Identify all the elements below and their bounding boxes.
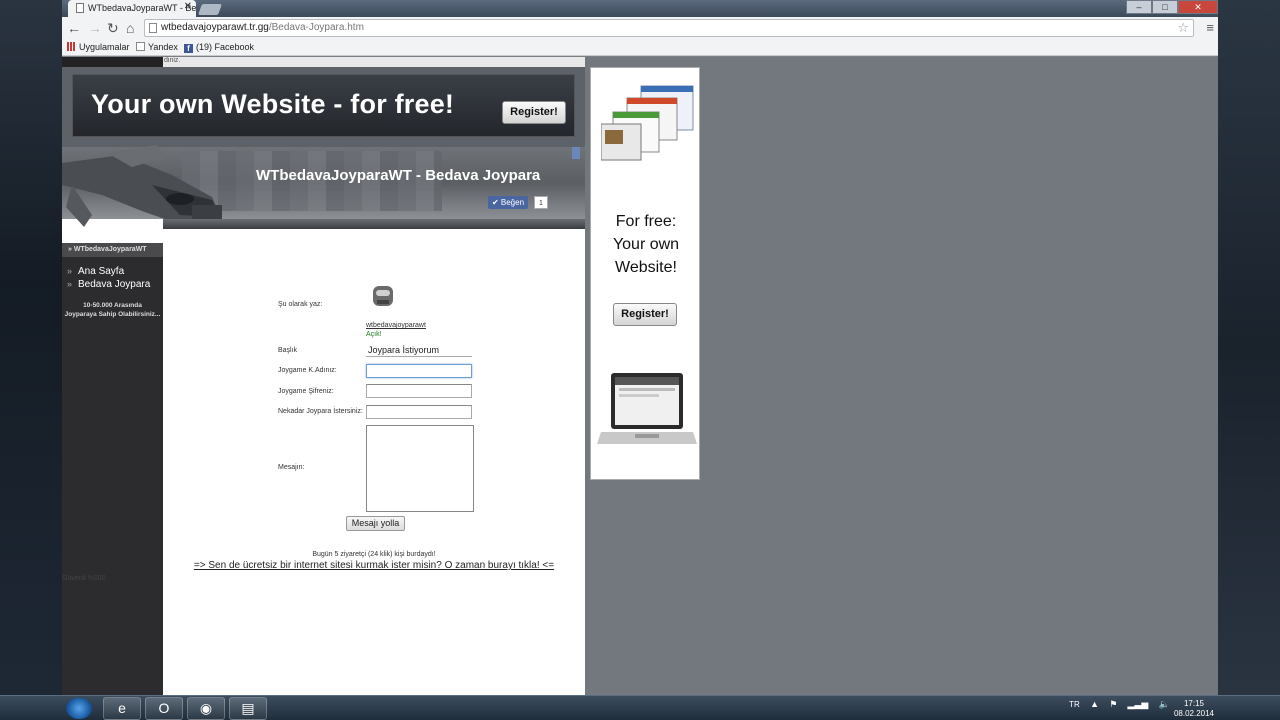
bookmark-label: Uygulamalar [79,42,130,52]
bookmarks-bar: Uygulamalar Yandex f (19) Facebook [62,39,1218,56]
like-button[interactable]: ✔ Beğen [488,196,528,209]
bookmark-label: (19) Facebook [196,42,255,52]
secure-text: Güvenli %100 [62,575,106,582]
scroll-marker [572,147,580,159]
clock-date: 08.02.2014 [1173,709,1214,718]
sidebar: » WTbedavaJoyparaWT Ana Sayfa Bedava Joy… [62,243,163,695]
ad-banner[interactable]: Your own Website - for free! Register! [72,74,575,137]
side-advertisement[interactable]: For free: Your own Website! Register! [590,67,700,480]
amount-label: Nekadar Joypara İstersiniz: [278,408,363,415]
menu-icon[interactable]: ≡ [1206,20,1214,35]
address-bar[interactable]: wtbedavajoyparawt.tr.gg/Bedava-Joypara.h… [144,19,1194,37]
username-link[interactable]: wtbedavajoyparawt [366,322,426,329]
outlook-icon[interactable]: O [145,697,183,720]
bookmark-facebook[interactable]: f (19) Facebook [184,42,254,53]
top-strip-text: diniz. [164,57,181,64]
maximize-button[interactable]: □ [1152,0,1178,14]
reload-icon[interactable]: ↻ [107,20,119,36]
ad-text: For free: Your own Website! [591,210,701,279]
url-host: wtbedavajoyparawt.tr.gg [161,22,269,33]
bookmark-yandex[interactable]: Yandex [136,42,178,52]
chrome-icon[interactable]: ◉ [187,697,225,720]
minimize-button[interactable]: – [1126,0,1152,14]
message-textarea[interactable] [366,425,474,512]
ad-line: Website! [615,259,677,276]
volume-icon[interactable]: 🔈 [1159,699,1170,710]
banner-area: Your own Website - for free! Register! [62,67,585,157]
browser-window: WTbedavaJoyparaWT - Be ✕ – □ ✕ ← → ↻ ⌂ w… [62,0,1218,695]
page-icon [136,42,145,51]
desktop-left-edge [0,0,62,695]
promo-link[interactable]: => Sen de ücretsiz bir internet sitesi k… [163,560,585,571]
home-icon[interactable]: ⌂ [126,20,134,36]
sidebar-item-home[interactable]: Ana Sayfa [62,265,163,278]
send-message-button[interactable]: Mesajı yolla [346,516,405,531]
joygame-password-field[interactable] [366,384,472,398]
facebook-icon: f [184,44,193,53]
sidebar-note-line: Joyparaya Sahip Olabilirsiniz... [64,311,161,318]
header-bottom-band [163,219,585,229]
internet-explorer-icon[interactable]: e [103,697,141,720]
tab-strip: WTbedavaJoyparaWT - Be ✕ – □ ✕ [62,0,1218,17]
browser-tab[interactable]: WTbedavaJoyparaWT - Be ✕ [68,0,196,17]
clock[interactable]: 17:15 08.02.2014 [1174,699,1214,719]
top-strip-dark [62,57,163,67]
message-label: Mesajın: [278,464,305,471]
sidebar-nav: Ana Sayfa Bedava Joypara [62,257,163,291]
windows-taskbar: e O ◉ ▤ TR ▲ ⚑ ▂▃▅ 🔈 17:15 08.02.2014 [0,695,1280,720]
sidebar-note-line: 10-50.000 Arasında [83,302,142,309]
avatar [373,286,393,306]
bookmark-label: Yandex [148,42,178,52]
window-controls: – □ ✕ [1126,0,1218,14]
bookmark-apps[interactable]: Uygulamalar [67,42,130,52]
like-label: Beğen [500,198,525,207]
joygame-username-field[interactable] [366,364,472,378]
register-button[interactable]: Register! [502,101,566,124]
amount-field[interactable] [366,405,472,419]
page-icon [76,3,84,13]
status-open-label: Açık! [366,331,382,338]
tray-expand-icon[interactable]: ▲ [1090,699,1099,709]
sidebar-item-bedava-joypara[interactable]: Bedava Joypara [62,278,163,291]
clock-time: 17:15 [1183,699,1204,708]
bookmark-star-icon[interactable]: ☆ [1177,20,1189,36]
ad-register-button[interactable]: Register! [613,303,677,326]
close-tab-icon[interactable]: ✕ [184,1,192,12]
ad-line: For free: [615,213,677,230]
subject-field[interactable] [366,343,472,357]
visitor-counter: Bugün 5 ziyaretçi (24 klik) kişi burdayd… [312,551,436,558]
laptop-illustration [597,373,697,444]
language-indicator[interactable]: TR [1069,700,1080,709]
joygame-user-label: Joygame K.Adınız: [278,367,337,374]
url-path: /Bedava-Joypara.htm [268,22,364,33]
action-center-icon[interactable]: ⚑ [1109,699,1117,710]
back-arrow-icon[interactable]: ← [67,20,81,36]
write-as-label: Şu olarak yaz: [278,301,323,308]
apps-icon [67,42,76,51]
page-icon [149,23,157,33]
sidebar-note: 10-50.000 Arasında Joyparaya Sahip Olabi… [62,301,163,319]
website-screenshots-illustration [601,85,694,161]
joygame-pass-label: Joygame Şifreniz: [278,388,334,395]
browser-toolbar: ← → ↻ ⌂ wtbedavajoyparawt.tr.gg/Bedava-J… [62,17,1218,39]
subject-label: Başlık [278,347,298,354]
main-column: diniz. Your own Website - for free! Regi… [62,57,585,695]
tab-title: WTbedavaJoyparaWT - Be [88,3,196,13]
ad-line: Your own [612,236,680,253]
close-window-button[interactable]: ✕ [1178,0,1218,14]
guestbook-content: Şu olarak yaz: wtbedavajoyparawt Açık! B… [163,229,585,695]
start-button[interactable] [66,698,92,719]
site-title: WTbedavaJoyparaWT - Bedava Joypara [256,167,541,184]
forward-arrow-icon[interactable]: → [88,20,102,36]
network-icon[interactable]: ▂▃▅ [1128,699,1149,710]
banner-text: Your own Website - for free! [91,89,455,119]
like-count: 1 [534,196,548,209]
new-tab-button[interactable] [197,4,223,15]
explorer-icon[interactable]: ▤ [229,697,267,720]
desktop-right-edge [1218,0,1280,695]
sidebar-title: » WTbedavaJoyparaWT [62,243,163,257]
page-viewport: diniz. Your own Website - for free! Regi… [62,57,1218,695]
